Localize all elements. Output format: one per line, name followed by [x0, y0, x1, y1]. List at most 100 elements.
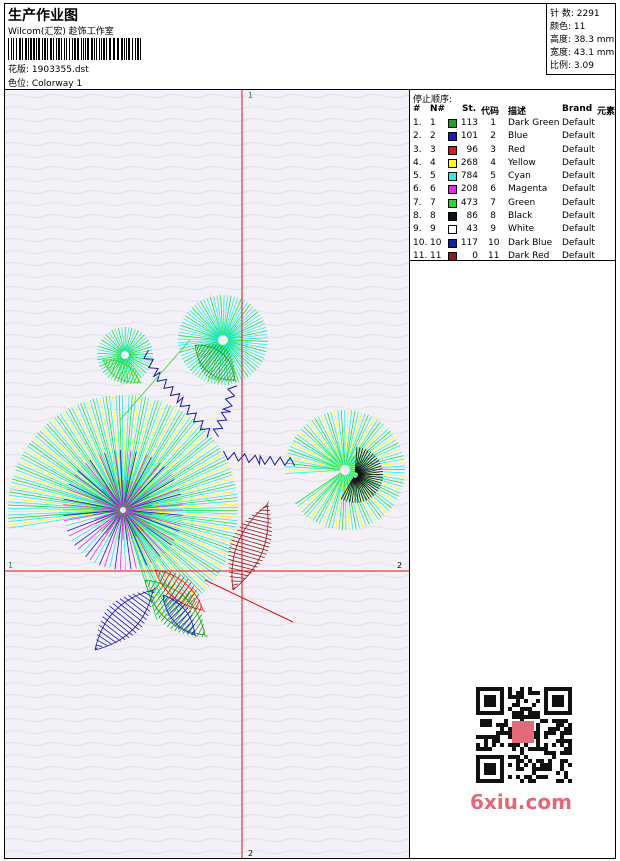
- row-code: 10: [488, 237, 500, 248]
- row-brand: Default: [562, 118, 595, 128]
- row-description: Dark Red: [508, 250, 550, 261]
- row-index: 1.: [413, 118, 422, 128]
- color-swatch: [448, 225, 457, 235]
- table-row[interactable]: 6. 6 208 6 Magenta Default: [410, 183, 615, 196]
- width-value: 宽度: 43.1 mm: [550, 48, 615, 58]
- row-number: 11: [430, 250, 442, 261]
- row-code: 9: [490, 224, 496, 235]
- row-description: Black: [508, 211, 533, 222]
- color-swatch: [448, 132, 457, 142]
- barcode: [8, 38, 141, 60]
- col-stitches: St.: [462, 104, 477, 114]
- row-code: 4: [490, 157, 496, 168]
- row-description: Blue: [508, 131, 528, 142]
- row-index: 2.: [413, 131, 422, 142]
- row-index: 11.: [413, 250, 428, 261]
- row-stitches: 268: [460, 157, 478, 168]
- page-title: 生产作业图: [8, 8, 78, 24]
- row-stitches: 101: [460, 131, 478, 142]
- watermark-logo: 6xiu.com: [470, 790, 572, 814]
- row-description: Cyan: [508, 171, 531, 182]
- table-row[interactable]: 4. 4 268 4 Yellow Default: [410, 157, 615, 170]
- row-stitches: 0: [472, 250, 478, 261]
- row-code: 6: [490, 184, 496, 195]
- row-stitches: 86: [466, 211, 478, 222]
- row-index: 7.: [413, 197, 422, 208]
- color-swatch: [448, 198, 457, 208]
- color-swatch: [448, 185, 457, 195]
- row-code: 11: [488, 250, 500, 261]
- row-description: Dark Blue: [508, 237, 553, 248]
- row-code: 1: [490, 118, 496, 128]
- row-stitches: 117: [460, 237, 478, 248]
- row-brand: Default: [562, 224, 595, 235]
- row-index: 5.: [413, 171, 422, 182]
- height-value: 高度: 38.3 mm: [550, 35, 615, 45]
- row-number: 6: [430, 184, 436, 195]
- table-row[interactable]: 10. 10 117 10 Dark Blue Default: [410, 237, 615, 250]
- row-brand: Default: [562, 171, 595, 182]
- table-row[interactable]: 5. 5 784 5 Cyan Default: [410, 170, 615, 183]
- col-index: #: [413, 104, 421, 114]
- row-stitches: 208: [460, 184, 478, 195]
- scale-value: 比例: 3.09: [550, 61, 594, 71]
- color-swatch: [448, 119, 457, 128]
- row-number: 9: [430, 224, 436, 235]
- row-brand: Default: [562, 144, 595, 155]
- stop-sequence-rows: 1. 1 113 1 Dark Green Default 2. 2 101 2 Blue Defau…: [410, 117, 615, 263]
- row-brand: Default: [562, 250, 595, 261]
- header-info: 生产作业图 Wilcom(汇宏) 趁饰工作室 花版: 1903355.dst 色…: [5, 4, 545, 89]
- table-row[interactable]: 3. 3 96 3 Red Default: [410, 144, 615, 157]
- row-description: Green: [508, 197, 536, 208]
- color-swatch: [448, 238, 457, 248]
- design-canvas[interactable]: 1 2 1 2: [5, 90, 410, 858]
- row-stitches: 113: [460, 118, 478, 128]
- embroidery-preview: 1 2 1 2: [5, 90, 409, 858]
- stats-box: 针 数: 2291 颜色: 11 高度: 38.3 mm 宽度: 43.1 mm…: [546, 4, 616, 75]
- row-index: 9.: [413, 224, 422, 235]
- row-brand: Default: [562, 237, 595, 248]
- col-number: N#: [430, 104, 446, 114]
- row-number: 5: [430, 171, 436, 182]
- color-swatch: [448, 158, 457, 168]
- axis-bottom-label: 2: [248, 849, 253, 858]
- table-row[interactable]: 7. 7 473 7 Green Default: [410, 197, 615, 210]
- axis-top-label: 1: [248, 91, 253, 100]
- color-swatch: [448, 251, 457, 261]
- row-code: 5: [490, 171, 496, 182]
- table-row[interactable]: 8. 8 86 8 Black Default: [410, 210, 615, 223]
- row-number: 4: [430, 157, 436, 168]
- row-code: 8: [490, 211, 496, 222]
- row-number: 3: [430, 144, 436, 155]
- color-count: 颜色: 11: [550, 22, 586, 32]
- design-file-label: 花版: 1903355.dst: [8, 65, 89, 75]
- company-name: Wilcom(汇宏) 趁饰工作室: [8, 27, 114, 37]
- row-description: Magenta: [508, 184, 548, 195]
- table-row[interactable]: 2. 2 101 2 Blue Default: [410, 130, 615, 143]
- row-description: Dark Green: [508, 118, 560, 128]
- row-index: 8.: [413, 211, 422, 222]
- row-stitches: 784: [460, 171, 478, 182]
- table-row[interactable]: 9. 9 43 9 White Default: [410, 223, 615, 236]
- col-desc: 描述: [508, 107, 527, 117]
- table-row[interactable]: 1. 1 113 1 Dark Green Default: [410, 117, 615, 130]
- col-code: 代码: [481, 107, 500, 117]
- row-code: 7: [490, 197, 496, 208]
- axis-left-label: 1: [8, 561, 13, 570]
- row-stitches: 43: [466, 224, 478, 235]
- col-element: 元素: [597, 107, 616, 117]
- qr-logo-icon: [512, 721, 534, 743]
- row-brand: Default: [562, 157, 595, 168]
- row-index: 3.: [413, 144, 422, 155]
- color-swatch: [448, 172, 457, 182]
- row-stitches: 96: [466, 144, 478, 155]
- row-number: 1: [430, 118, 436, 128]
- row-code: 3: [490, 144, 496, 155]
- col-brand: Brand: [562, 104, 593, 114]
- color-swatch: [448, 212, 457, 222]
- colorway-label: 色位: Colorway 1: [8, 79, 83, 89]
- row-description: Yellow: [508, 157, 536, 168]
- color-swatch: [448, 145, 457, 155]
- row-number: 7: [430, 197, 436, 208]
- row-index: 4.: [413, 157, 422, 168]
